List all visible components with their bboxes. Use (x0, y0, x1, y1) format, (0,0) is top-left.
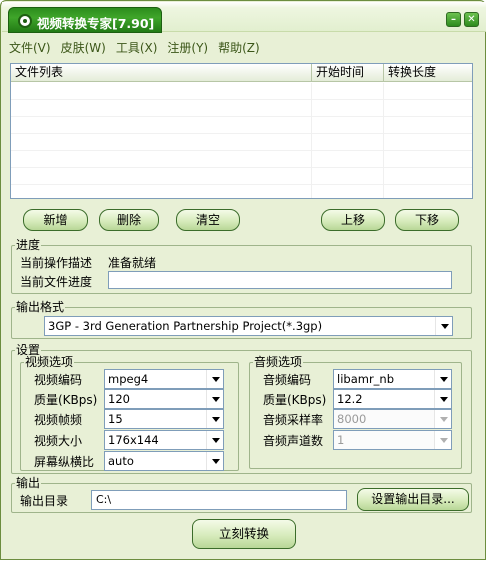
audio-quality-select[interactable]: 12.2 (333, 389, 452, 409)
chevron-down-icon (434, 431, 451, 449)
output-format-select[interactable]: 3GP - 3rd Generation Partnership Project… (44, 316, 453, 336)
column-divider (311, 83, 312, 198)
aspect-ratio-select[interactable]: auto (104, 451, 224, 471)
clear-button[interactable]: 清空 (176, 209, 240, 231)
aspect-ratio-value: auto (108, 454, 134, 468)
output-group-label: 输出 (15, 476, 42, 490)
audio-codec-value: libamr_nb (337, 372, 395, 386)
chevron-down-icon (434, 410, 451, 428)
sample-rate-select: 8000 (333, 409, 452, 429)
sample-rate-label: 音频采样率 (263, 413, 324, 427)
file-progress-bar (108, 271, 452, 289)
channels-select: 1 (333, 430, 452, 450)
video-size-label: 视频大小 (34, 434, 83, 448)
audio-options-group: 音频选项 音频编码 libamr_nb 质量(KBps) 12.2 音频采样率 … (249, 355, 462, 469)
film-reel-icon (18, 14, 32, 28)
chevron-down-icon[interactable] (435, 317, 452, 335)
menu-file[interactable]: 文件(V) (9, 39, 51, 57)
chevron-down-icon[interactable] (206, 452, 223, 470)
chevron-down-icon[interactable] (434, 390, 451, 408)
menu-register[interactable]: 注册(Y) (167, 39, 208, 57)
output-format-group: 输出格式 3GP - 3rd Generation Partnership Pr… (11, 300, 472, 339)
video-quality-select[interactable]: 120 (104, 389, 224, 409)
chevron-down-icon[interactable] (206, 410, 223, 428)
chevron-down-icon[interactable] (206, 390, 223, 408)
close-icon[interactable]: ✕ (464, 12, 479, 27)
move-up-button[interactable]: 上移 (321, 209, 385, 231)
progress-group-label: 进度 (15, 238, 42, 252)
video-quality-value: 120 (108, 392, 130, 406)
video-quality-label: 质量(KBps) (34, 393, 98, 407)
video-framerate-value: 15 (108, 412, 123, 426)
menu-tools[interactable]: 工具(X) (116, 39, 158, 57)
output-dir-field[interactable]: C:\ (91, 490, 347, 510)
aspect-ratio-label: 屏幕纵横比 (34, 455, 95, 469)
video-framerate-label: 视频帧频 (34, 413, 83, 427)
current-op-value: 准备就绪 (108, 256, 157, 270)
file-list-header: 文件列表 开始时间 转换长度 (11, 64, 472, 82)
output-format-value: 3GP - 3rd Generation Partnership Project… (48, 319, 323, 333)
app-window: 视频转换专家[7.90] – ✕ 文件(V) 皮肤(W) 工具(X) 注册(Y)… (0, 0, 486, 560)
chevron-down-icon[interactable] (434, 370, 451, 388)
sample-rate-value: 8000 (337, 412, 367, 426)
settings-group: 设置 视频选项 视频编码 mpeg4 质量(KBps) 120 视频帧频 15 … (11, 343, 472, 474)
window-title: 视频转换专家[7.90] (37, 16, 155, 31)
video-codec-value: mpeg4 (108, 372, 149, 386)
audio-options-label: 音频选项 (253, 355, 304, 369)
channels-label: 音频声道数 (263, 434, 324, 448)
col-convert-length[interactable]: 转换长度 (384, 64, 472, 82)
add-button[interactable]: 新增 (23, 209, 88, 231)
current-op-label: 当前操作描述 (20, 256, 93, 270)
col-start-time[interactable]: 开始时间 (312, 64, 384, 82)
video-codec-label: 视频编码 (34, 373, 83, 387)
output-dir-label: 输出目录 (20, 494, 69, 508)
title-bar[interactable]: 视频转换专家[7.90] – ✕ (2, 2, 486, 33)
output-format-group-label: 输出格式 (15, 300, 66, 314)
column-divider (383, 83, 384, 198)
menu-skin[interactable]: 皮肤(W) (61, 39, 106, 57)
title-tab: 视频转换专家[7.90] (8, 7, 162, 33)
video-options-group: 视频选项 视频编码 mpeg4 质量(KBps) 120 视频帧频 15 视频大… (20, 355, 239, 471)
menu-bar: 文件(V) 皮肤(W) 工具(X) 注册(Y) 帮助(Z) (9, 39, 270, 57)
video-options-label: 视频选项 (24, 355, 75, 369)
channels-value: 1 (337, 433, 345, 447)
chevron-down-icon[interactable] (206, 431, 223, 449)
set-output-dir-button[interactable]: 设置输出目录... (357, 488, 469, 511)
progress-group: 进度 当前操作描述 准备就绪 当前文件进度 (11, 238, 472, 294)
delete-button[interactable]: 删除 (99, 209, 159, 231)
col-file-list[interactable]: 文件列表 (11, 64, 312, 82)
minimize-icon[interactable]: – (446, 12, 461, 27)
output-group: 输出 输出目录 C:\ 设置输出目录... (11, 476, 472, 513)
audio-codec-select[interactable]: libamr_nb (333, 369, 452, 389)
video-codec-select[interactable]: mpeg4 (104, 369, 224, 389)
move-down-button[interactable]: 下移 (395, 209, 459, 231)
video-framerate-select[interactable]: 15 (104, 409, 224, 429)
video-size-select[interactable]: 176x144 (104, 430, 224, 450)
convert-now-button[interactable]: 立刻转换 (192, 519, 296, 549)
file-list[interactable]: 文件列表 开始时间 转换长度 (10, 63, 473, 199)
chevron-down-icon[interactable] (206, 370, 223, 388)
file-progress-label: 当前文件进度 (20, 275, 93, 289)
video-size-value: 176x144 (108, 433, 159, 447)
file-list-rows[interactable] (11, 83, 472, 198)
audio-quality-label: 质量(KBps) (263, 393, 327, 407)
audio-quality-value: 12.2 (337, 392, 363, 406)
audio-codec-label: 音频编码 (263, 373, 312, 387)
menu-help[interactable]: 帮助(Z) (218, 39, 260, 57)
